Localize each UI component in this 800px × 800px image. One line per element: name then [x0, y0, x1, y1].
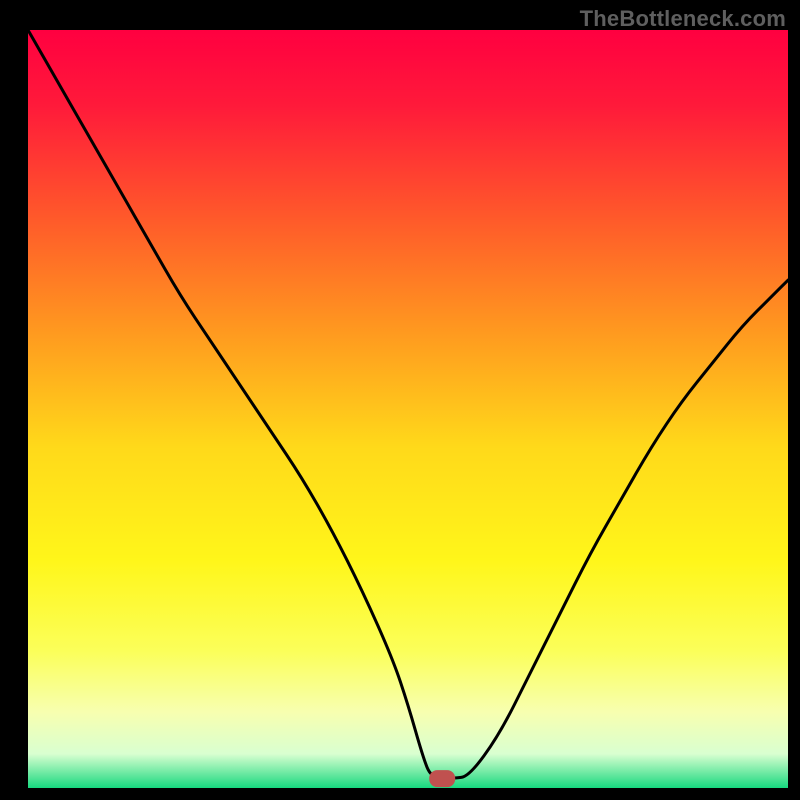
chart-stage: TheBottleneck.com — [0, 0, 800, 800]
plot-background — [28, 30, 788, 788]
optimal-marker — [429, 770, 455, 787]
watermark-text: TheBottleneck.com — [580, 6, 786, 32]
bottleneck-chart — [0, 0, 800, 800]
